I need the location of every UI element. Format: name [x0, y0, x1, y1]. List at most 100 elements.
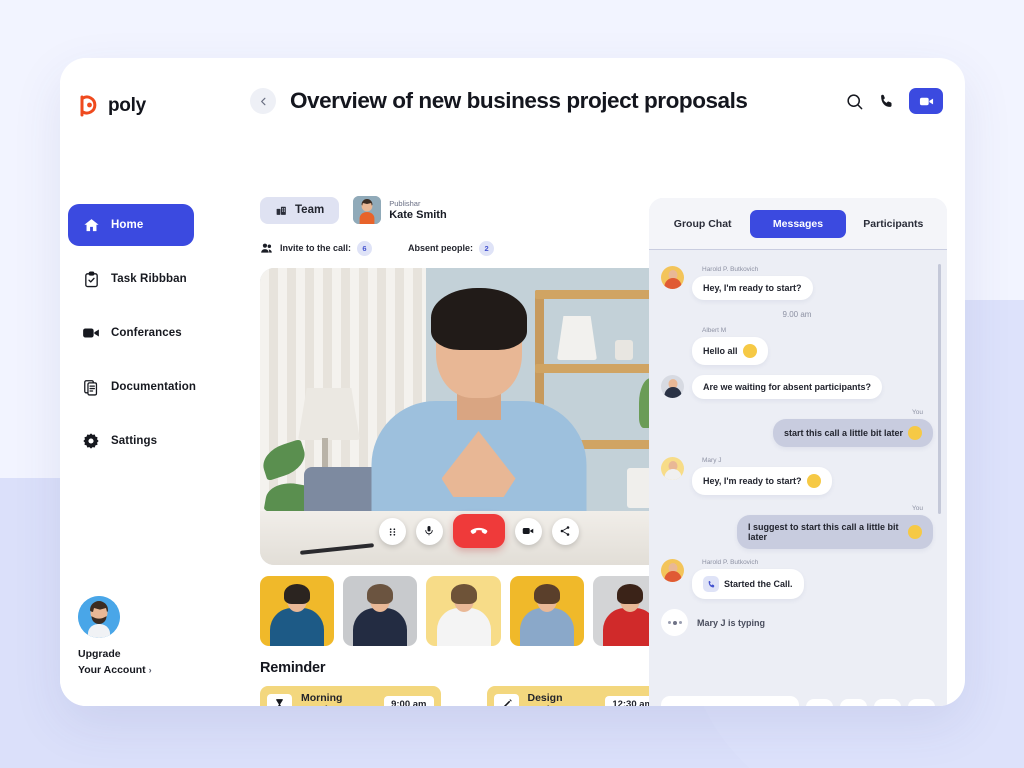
avatar: [661, 375, 684, 398]
team-button[interactable]: Team: [260, 196, 340, 224]
participant-thumb-4[interactable]: [509, 576, 584, 646]
avatar: [661, 559, 684, 582]
share-button[interactable]: [551, 517, 579, 545]
end-call-button[interactable]: [452, 514, 505, 548]
message-row: Mary J Hey, I'm ready to start?: [661, 457, 933, 495]
sidebar-item-label: Documentation: [111, 381, 196, 393]
invite-row: Invite to the call: 6 Absent people: 2: [260, 240, 667, 256]
reminder-label: Morning Meeting: [301, 692, 343, 706]
people-icon: [261, 243, 272, 253]
chat-composer: [649, 696, 947, 706]
hourglass-icon: [267, 693, 292, 706]
upgrade-account-block[interactable]: Upgrade Your Account ›: [60, 596, 202, 678]
message-sender: Albert M: [702, 327, 727, 334]
avatar: [661, 266, 684, 289]
reminder-title: Reminder: [260, 660, 326, 676]
chat-panel: Group Chat Messages Participants Harold …: [649, 198, 947, 706]
upgrade-line-2: Your Account ›: [78, 664, 152, 676]
message-bubble: Hey, I'm ready to start?: [692, 276, 813, 300]
sidebar-item-sattings[interactable]: Sattings: [68, 420, 194, 462]
chat-message-list[interactable]: Harold P. Butkovich Hey, I'm ready to st…: [649, 250, 947, 696]
avatar: [78, 596, 120, 638]
participant-thumb-1[interactable]: [260, 576, 335, 646]
sidebar-item-task-ribbban[interactable]: Task Ribbban: [68, 258, 194, 300]
microphone-button[interactable]: [415, 517, 443, 545]
grid-icon: [389, 527, 395, 536]
meeting-meta-row: Team Publishar Kate Smith: [260, 194, 667, 226]
gear-icon: [82, 432, 100, 450]
tab-group-chat[interactable]: Group Chat: [655, 210, 750, 238]
message-row: You I suggest to start this call a littl…: [661, 505, 933, 549]
upgrade-line-1: Upgrade: [78, 648, 121, 660]
more-options-button[interactable]: [908, 699, 935, 706]
sidebar-item-label: Conferances: [111, 327, 182, 339]
absent-label: Absent people:: [408, 243, 474, 253]
absent-people-group[interactable]: Absent people: 2: [408, 240, 495, 256]
publisher-role: Publishar: [389, 199, 421, 208]
participant-thumb-2[interactable]: [343, 576, 418, 646]
message-sender: Harold P. Butkovich: [702, 559, 759, 566]
sidebar-item-documentation[interactable]: Documentation: [68, 366, 196, 408]
video-icon: [919, 97, 933, 105]
microphone-icon: [425, 526, 433, 536]
chat-scrollbar[interactable]: [938, 264, 941, 514]
message-bubble: Started the Call.: [692, 569, 804, 599]
reminder-item-morning-meeting[interactable]: Morning Meeting 9:00 am: [260, 686, 441, 706]
reminder-time: 9:00 am: [384, 695, 434, 706]
sidebar-item-label: Task Ribbban: [111, 273, 187, 285]
call-button[interactable]: [878, 93, 895, 110]
pen-icon: [493, 693, 519, 706]
message-bubble: start this call a little bit later: [772, 419, 933, 447]
clipboard-check-icon: [82, 270, 100, 288]
message-row: Harold P. Butkovich Hey, I'm ready to st…: [661, 266, 933, 300]
poly-logo-icon: [78, 94, 102, 118]
sidebar-nav: Home Task Ribbban Conferances Documentat…: [60, 204, 202, 462]
phone-icon: [703, 576, 719, 592]
avatar: [353, 196, 382, 224]
brand-logo[interactable]: poly: [60, 86, 202, 126]
participant-thumb-3[interactable]: [426, 576, 501, 646]
message-text: Are we waiting for absent participants?: [703, 382, 872, 392]
search-button[interactable]: [845, 92, 864, 111]
message-text: Hey, I'm ready to start?: [703, 283, 802, 293]
smiley-icon[interactable]: [672, 705, 686, 706]
tab-messages[interactable]: Messages: [750, 209, 846, 238]
publisher-name: Kate Smith: [389, 209, 447, 221]
message-bubble: Are we waiting for absent participants?: [692, 375, 883, 399]
message-bubble: Hey, I'm ready to start?: [692, 467, 832, 495]
chevron-right-icon: ›: [148, 665, 152, 675]
speaker-hair: [430, 288, 527, 350]
sidebar-item-conferances[interactable]: Conferances: [68, 312, 194, 354]
invite-to-call-group[interactable]: Invite to the call: 6: [260, 240, 373, 256]
apps-grid-button[interactable]: [378, 517, 406, 545]
back-button[interactable]: [250, 88, 276, 114]
phone-icon: [881, 94, 892, 107]
background-lamp: [298, 388, 360, 440]
team-label: Team: [295, 204, 325, 216]
message-text: Hey, I'm ready to start?: [703, 476, 802, 486]
sidebar: poly Home Task Ribbban Conferances Docum…: [60, 58, 202, 706]
documents-icon: [82, 378, 100, 396]
typing-status: Mary J is typing: [697, 617, 766, 628]
message-input-wrapper[interactable]: [661, 696, 799, 706]
video-stage[interactable]: [260, 268, 697, 565]
message-row: Are we waiting for absent participants?: [661, 375, 933, 399]
chevron-left-icon: [260, 97, 265, 105]
page-title: Overview of new business project proposa…: [290, 88, 748, 113]
absent-count-badge: 2: [479, 240, 495, 256]
contact-card-button[interactable]: [840, 699, 867, 706]
emoji-icon: [908, 525, 922, 539]
message-row: You start this call a little bit later: [661, 409, 933, 447]
message-text: start this call a little bit later: [783, 428, 903, 438]
video-camera-icon: [522, 528, 534, 534]
attach-image-button[interactable]: [806, 699, 833, 706]
tab-participants[interactable]: Participants: [846, 210, 941, 238]
reminder-item-design-review[interactable]: Design Review 12:30 am: [486, 686, 667, 706]
message-text: Started the Call.: [724, 579, 793, 589]
video-call-button[interactable]: [909, 88, 943, 114]
camera-button[interactable]: [514, 517, 542, 545]
avatar: [661, 457, 684, 480]
voice-message-button[interactable]: [874, 699, 901, 706]
sidebar-item-home[interactable]: Home: [68, 204, 194, 246]
publisher-block[interactable]: Publishar Kate Smith: [353, 196, 447, 224]
